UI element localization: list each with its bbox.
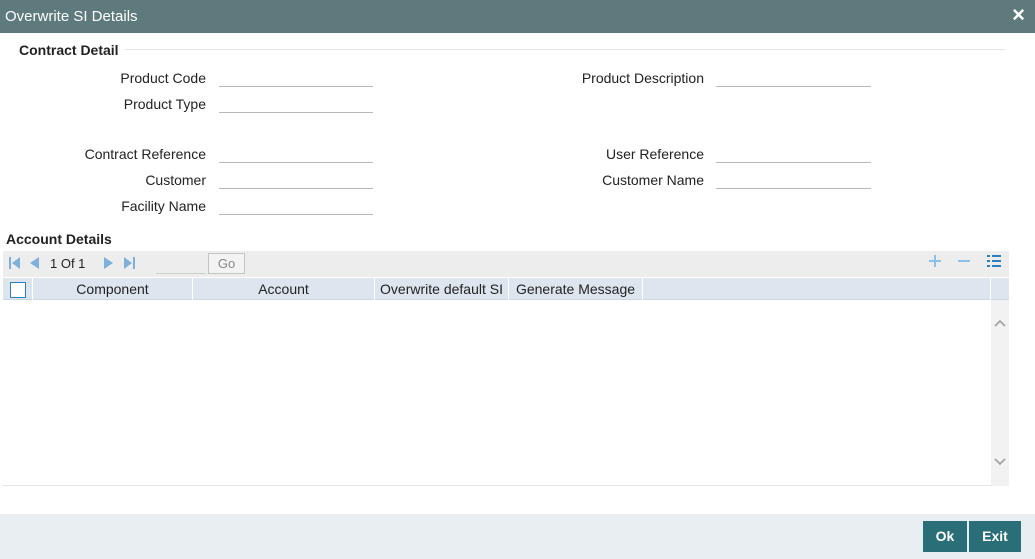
single-view-icon[interactable] [987,254,1001,272]
column-header-account[interactable]: Account [193,278,375,300]
pager-text: 1 Of 1 [50,256,86,271]
grid-toolbar: 1 Of 1 Go [3,251,1009,277]
footer-bar: Ok Exit [0,514,1035,559]
select-all-checkbox[interactable] [10,282,26,298]
column-header-component[interactable]: Component [33,278,193,300]
delete-row-icon[interactable] [957,254,971,272]
product-type-field[interactable] [219,92,373,113]
facility-name-label: Facility Name [121,198,206,214]
select-all-cell [3,278,33,300]
ok-button[interactable]: Ok [923,521,967,552]
product-description-field[interactable] [716,66,871,87]
close-icon[interactable]: × [1012,4,1025,26]
grid-header: Component Account Overwrite default SI G… [3,278,1009,300]
add-row-icon[interactable] [928,254,942,272]
scroll-up-icon[interactable] [991,316,1009,330]
first-page-icon[interactable] [9,256,21,274]
grid-scrollbar[interactable] [991,300,1009,486]
column-header-overwrite-default-si[interactable]: Overwrite default SI [375,278,509,300]
product-code-label: Product Code [120,70,206,86]
product-description-label: Product Description [581,70,704,86]
account-details-heading: Account Details [6,231,112,247]
product-code-field[interactable] [219,66,373,87]
contract-reference-field[interactable] [219,142,373,163]
customer-name-label: Customer Name [602,172,704,188]
customer-field[interactable] [219,168,373,189]
exit-button[interactable]: Exit [969,521,1021,552]
user-reference-label: User Reference [605,146,704,162]
scroll-down-icon[interactable] [991,455,1009,469]
user-reference-field[interactable] [716,142,871,163]
page-number-input[interactable] [156,254,206,274]
next-page-icon[interactable] [103,256,115,274]
prev-page-icon[interactable] [28,256,40,274]
contract-detail-heading: Contract Detail [19,42,119,58]
facility-name-field[interactable] [219,194,373,215]
customer-name-field[interactable] [716,168,871,189]
grid-body [3,300,1009,486]
column-header-generate-message[interactable]: Generate Message [509,278,643,300]
window-title: Overwrite SI Details [5,8,138,25]
last-page-icon[interactable] [123,256,135,274]
customer-label: Customer [145,172,206,188]
section-divider [125,49,1005,50]
contract-reference-label: Contract Reference [84,146,206,162]
title-bar: Overwrite SI Details × [0,0,1035,33]
column-header-filler [643,278,991,300]
product-type-label: Product Type [123,96,206,112]
go-button[interactable]: Go [208,253,245,274]
